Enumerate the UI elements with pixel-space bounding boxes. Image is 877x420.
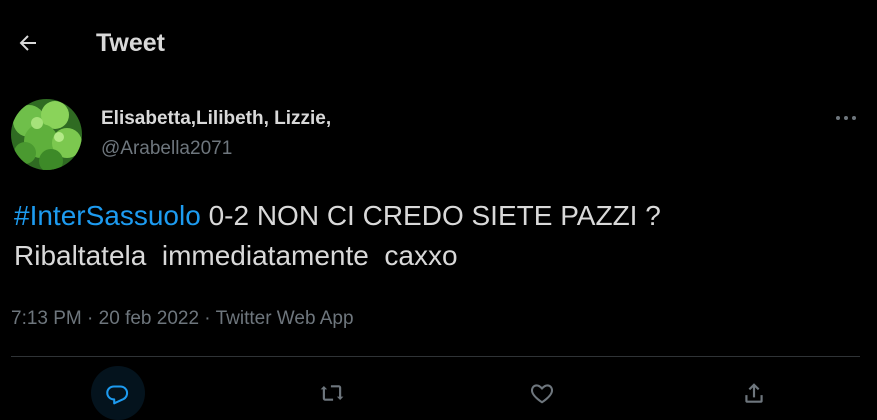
tweet-text-line-1: #InterSassuolo 0-2 NON CI CREDO SIETE PA… [14, 196, 864, 236]
tweet-text-line-2: Ribaltatela immediatamente caxxo [14, 240, 458, 271]
more-dots-icon [836, 116, 856, 120]
share-icon [745, 383, 763, 403]
reply-icon [106, 385, 129, 405]
tweet-text-segment: 0-2 NON CI CREDO SIETE PAZZI ? [200, 200, 661, 231]
retweet-icon [320, 385, 344, 401]
more-options-button[interactable] [826, 102, 866, 134]
tweet-time[interactable]: 7:13 PM [11, 308, 82, 329]
avatar[interactable] [11, 99, 82, 170]
tweet-source[interactable]: Twitter Web App [216, 308, 354, 329]
tweet-date[interactable]: 20 feb 2022 [99, 308, 199, 329]
tweet-metadata: 7:13 PM · 20 feb 2022 · Twitter Web App [11, 306, 354, 332]
page-title: Tweet [96, 29, 165, 57]
arrow-left-icon [19, 35, 36, 51]
meta-separator: · [81, 308, 99, 329]
back-button[interactable] [10, 25, 46, 61]
tweet-text: #InterSassuolo 0-2 NON CI CREDO SIETE PA… [14, 196, 864, 276]
author-handle[interactable]: @Arabella2071 [101, 137, 232, 161]
divider [11, 356, 860, 357]
heart-icon [530, 384, 554, 404]
author-display-name[interactable]: Elisabetta,Lilibeth, Lizzie, [101, 107, 331, 131]
header-bar: Tweet [0, 0, 877, 84]
avatar-image [11, 99, 82, 170]
meta-separator: · [199, 308, 216, 329]
hashtag-link[interactable]: #InterSassuolo [14, 200, 201, 231]
